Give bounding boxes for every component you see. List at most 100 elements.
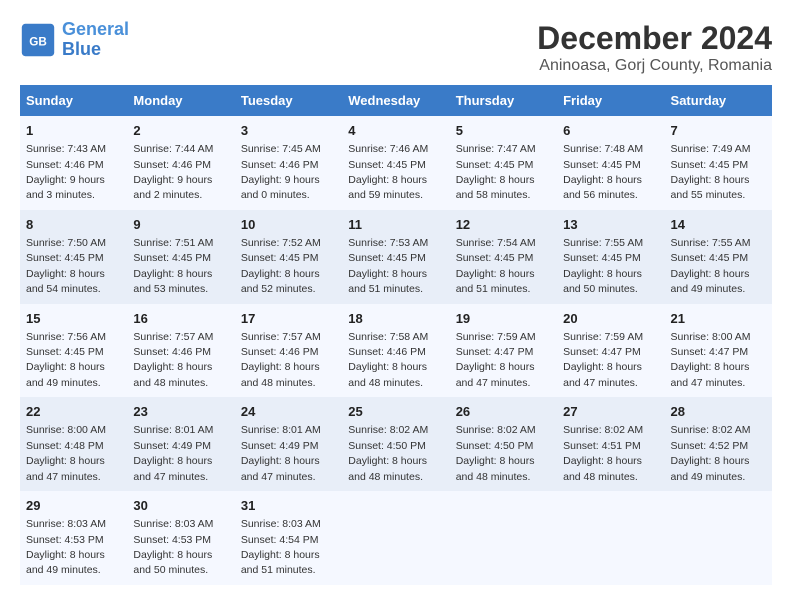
day-number: 13 xyxy=(563,216,658,234)
calendar-cell: 31 Sunrise: 8:03 AMSunset: 4:54 PMDaylig… xyxy=(235,491,342,585)
calendar-cell: 13 Sunrise: 7:55 AMSunset: 4:45 PMDaylig… xyxy=(557,210,664,304)
day-detail: Sunrise: 7:52 AMSunset: 4:45 PMDaylight:… xyxy=(241,237,321,295)
calendar-cell: 5 Sunrise: 7:47 AMSunset: 4:45 PMDayligh… xyxy=(450,116,557,210)
day-detail: Sunrise: 7:50 AMSunset: 4:45 PMDaylight:… xyxy=(26,237,106,295)
calendar-cell: 29 Sunrise: 8:03 AMSunset: 4:53 PMDaylig… xyxy=(20,491,127,585)
day-detail: Sunrise: 8:01 AMSunset: 4:49 PMDaylight:… xyxy=(241,424,321,482)
day-number: 12 xyxy=(456,216,551,234)
calendar-cell: 8 Sunrise: 7:50 AMSunset: 4:45 PMDayligh… xyxy=(20,210,127,304)
calendar-week-5: 29 Sunrise: 8:03 AMSunset: 4:53 PMDaylig… xyxy=(20,491,772,585)
calendar-cell: 19 Sunrise: 7:59 AMSunset: 4:47 PMDaylig… xyxy=(450,304,557,398)
calendar-cell: 12 Sunrise: 7:54 AMSunset: 4:45 PMDaylig… xyxy=(450,210,557,304)
logo-blue: Blue xyxy=(62,39,101,59)
day-detail: Sunrise: 7:57 AMSunset: 4:46 PMDaylight:… xyxy=(241,331,321,389)
col-header-wednesday: Wednesday xyxy=(342,85,449,116)
calendar-cell: 16 Sunrise: 7:57 AMSunset: 4:46 PMDaylig… xyxy=(127,304,234,398)
day-number: 8 xyxy=(26,216,121,234)
day-detail: Sunrise: 7:59 AMSunset: 4:47 PMDaylight:… xyxy=(563,331,643,389)
day-detail: Sunrise: 7:58 AMSunset: 4:46 PMDaylight:… xyxy=(348,331,428,389)
day-detail: Sunrise: 7:49 AMSunset: 4:45 PMDaylight:… xyxy=(671,143,751,201)
day-detail: Sunrise: 7:55 AMSunset: 4:45 PMDaylight:… xyxy=(671,237,751,295)
day-number: 10 xyxy=(241,216,336,234)
svg-text:GB: GB xyxy=(29,35,47,48)
calendar-cell: 20 Sunrise: 7:59 AMSunset: 4:47 PMDaylig… xyxy=(557,304,664,398)
day-number: 20 xyxy=(563,310,658,328)
col-header-saturday: Saturday xyxy=(665,85,772,116)
day-detail: Sunrise: 8:02 AMSunset: 4:51 PMDaylight:… xyxy=(563,424,643,482)
day-number: 17 xyxy=(241,310,336,328)
day-detail: Sunrise: 8:02 AMSunset: 4:50 PMDaylight:… xyxy=(348,424,428,482)
day-number: 28 xyxy=(671,403,766,421)
day-number: 24 xyxy=(241,403,336,421)
calendar-cell: 10 Sunrise: 7:52 AMSunset: 4:45 PMDaylig… xyxy=(235,210,342,304)
page-title: December 2024 xyxy=(537,20,772,57)
col-header-sunday: Sunday xyxy=(20,85,127,116)
day-detail: Sunrise: 7:56 AMSunset: 4:45 PMDaylight:… xyxy=(26,331,106,389)
day-number: 26 xyxy=(456,403,551,421)
calendar-week-4: 22 Sunrise: 8:00 AMSunset: 4:48 PMDaylig… xyxy=(20,397,772,491)
logo-general: General xyxy=(62,19,129,39)
day-number: 7 xyxy=(671,122,766,140)
calendar-cell: 1 Sunrise: 7:43 AMSunset: 4:46 PMDayligh… xyxy=(20,116,127,210)
calendar-cell xyxy=(665,491,772,585)
calendar-cell: 30 Sunrise: 8:03 AMSunset: 4:53 PMDaylig… xyxy=(127,491,234,585)
day-number: 2 xyxy=(133,122,228,140)
day-detail: Sunrise: 7:44 AMSunset: 4:46 PMDaylight:… xyxy=(133,143,213,201)
day-detail: Sunrise: 8:01 AMSunset: 4:49 PMDaylight:… xyxy=(133,424,213,482)
day-number: 27 xyxy=(563,403,658,421)
calendar-cell: 28 Sunrise: 8:02 AMSunset: 4:52 PMDaylig… xyxy=(665,397,772,491)
calendar-week-3: 15 Sunrise: 7:56 AMSunset: 4:45 PMDaylig… xyxy=(20,304,772,398)
day-number: 23 xyxy=(133,403,228,421)
calendar-cell: 21 Sunrise: 8:00 AMSunset: 4:47 PMDaylig… xyxy=(665,304,772,398)
calendar-header-row: SundayMondayTuesdayWednesdayThursdayFrid… xyxy=(20,85,772,116)
day-detail: Sunrise: 7:45 AMSunset: 4:46 PMDaylight:… xyxy=(241,143,321,201)
day-detail: Sunrise: 7:51 AMSunset: 4:45 PMDaylight:… xyxy=(133,237,213,295)
calendar-cell: 22 Sunrise: 8:00 AMSunset: 4:48 PMDaylig… xyxy=(20,397,127,491)
day-number: 6 xyxy=(563,122,658,140)
day-number: 4 xyxy=(348,122,443,140)
calendar-cell: 2 Sunrise: 7:44 AMSunset: 4:46 PMDayligh… xyxy=(127,116,234,210)
day-number: 9 xyxy=(133,216,228,234)
calendar-cell: 18 Sunrise: 7:58 AMSunset: 4:46 PMDaylig… xyxy=(342,304,449,398)
day-detail: Sunrise: 8:00 AMSunset: 4:48 PMDaylight:… xyxy=(26,424,106,482)
day-detail: Sunrise: 7:46 AMSunset: 4:45 PMDaylight:… xyxy=(348,143,428,201)
col-header-tuesday: Tuesday xyxy=(235,85,342,116)
day-number: 29 xyxy=(26,497,121,515)
day-detail: Sunrise: 7:57 AMSunset: 4:46 PMDaylight:… xyxy=(133,331,213,389)
day-detail: Sunrise: 7:54 AMSunset: 4:45 PMDaylight:… xyxy=(456,237,536,295)
day-number: 3 xyxy=(241,122,336,140)
day-number: 19 xyxy=(456,310,551,328)
calendar-cell: 25 Sunrise: 8:02 AMSunset: 4:50 PMDaylig… xyxy=(342,397,449,491)
day-number: 15 xyxy=(26,310,121,328)
page-subtitle: Aninoasa, Gorj County, Romania xyxy=(537,57,772,75)
calendar-cell: 15 Sunrise: 7:56 AMSunset: 4:45 PMDaylig… xyxy=(20,304,127,398)
calendar-cell: 11 Sunrise: 7:53 AMSunset: 4:45 PMDaylig… xyxy=(342,210,449,304)
day-number: 21 xyxy=(671,310,766,328)
day-detail: Sunrise: 8:03 AMSunset: 4:54 PMDaylight:… xyxy=(241,518,321,576)
col-header-thursday: Thursday xyxy=(450,85,557,116)
logo-icon: GB xyxy=(20,22,56,58)
day-detail: Sunrise: 8:03 AMSunset: 4:53 PMDaylight:… xyxy=(26,518,106,576)
title-block: December 2024 Aninoasa, Gorj County, Rom… xyxy=(537,20,772,75)
day-detail: Sunrise: 8:03 AMSunset: 4:53 PMDaylight:… xyxy=(133,518,213,576)
day-detail: Sunrise: 8:02 AMSunset: 4:50 PMDaylight:… xyxy=(456,424,536,482)
day-detail: Sunrise: 7:48 AMSunset: 4:45 PMDaylight:… xyxy=(563,143,643,201)
calendar-cell: 7 Sunrise: 7:49 AMSunset: 4:45 PMDayligh… xyxy=(665,116,772,210)
day-number: 30 xyxy=(133,497,228,515)
calendar-cell: 3 Sunrise: 7:45 AMSunset: 4:46 PMDayligh… xyxy=(235,116,342,210)
col-header-monday: Monday xyxy=(127,85,234,116)
day-number: 31 xyxy=(241,497,336,515)
day-detail: Sunrise: 7:47 AMSunset: 4:45 PMDaylight:… xyxy=(456,143,536,201)
day-detail: Sunrise: 7:55 AMSunset: 4:45 PMDaylight:… xyxy=(563,237,643,295)
logo: GB General Blue xyxy=(20,20,129,60)
calendar-table: SundayMondayTuesdayWednesdayThursdayFrid… xyxy=(20,85,772,585)
calendar-cell: 26 Sunrise: 8:02 AMSunset: 4:50 PMDaylig… xyxy=(450,397,557,491)
day-detail: Sunrise: 8:00 AMSunset: 4:47 PMDaylight:… xyxy=(671,331,751,389)
day-detail: Sunrise: 7:43 AMSunset: 4:46 PMDaylight:… xyxy=(26,143,106,201)
day-number: 1 xyxy=(26,122,121,140)
calendar-cell: 14 Sunrise: 7:55 AMSunset: 4:45 PMDaylig… xyxy=(665,210,772,304)
day-detail: Sunrise: 7:53 AMSunset: 4:45 PMDaylight:… xyxy=(348,237,428,295)
day-detail: Sunrise: 7:59 AMSunset: 4:47 PMDaylight:… xyxy=(456,331,536,389)
day-detail: Sunrise: 8:02 AMSunset: 4:52 PMDaylight:… xyxy=(671,424,751,482)
day-number: 25 xyxy=(348,403,443,421)
